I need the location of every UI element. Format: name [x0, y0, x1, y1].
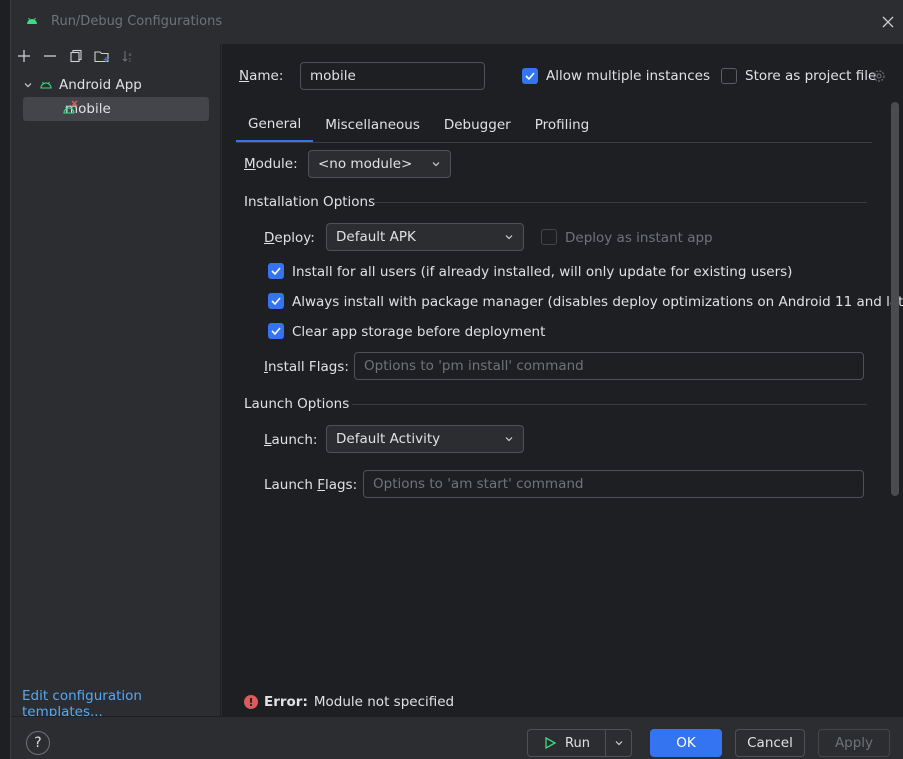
close-icon[interactable] [880, 14, 896, 30]
tab-divider [236, 142, 872, 143]
tab-miscellaneous[interactable]: Miscellaneous [313, 108, 432, 142]
module-label: Module: [244, 156, 298, 172]
dialog-button-bar: ? Run OK Cancel Apply [11, 716, 903, 759]
run-label: Run [565, 735, 590, 751]
run-split-button: Run [527, 729, 632, 757]
store-project-checkbox[interactable] [721, 68, 737, 84]
dialog-title: Run/Debug Configurations [51, 14, 223, 29]
install-all-users-checkbox[interactable] [268, 263, 284, 279]
module-value: <no module> [318, 156, 413, 172]
clear-storage-checkbox[interactable] [268, 323, 284, 339]
install-all-users-label: Install for all users (if already instal… [292, 264, 793, 280]
instant-app-label: Deploy as instant app [565, 230, 713, 246]
background-strip [0, 0, 10, 759]
checkmark-icon [271, 267, 281, 276]
chevron-down-icon [615, 741, 622, 746]
error-prefix: Error: [264, 694, 308, 710]
name-field[interactable]: mobile [300, 62, 485, 90]
apply-button[interactable]: Apply [818, 729, 890, 757]
title-bar: Run/Debug Configurations [11, 0, 903, 44]
allow-multiple-checkbox[interactable] [522, 68, 538, 84]
store-project-label: Store as project file [745, 68, 877, 84]
run-button[interactable]: Run [528, 730, 606, 756]
error-icon: ! [244, 695, 258, 709]
sidebar-toolbar: az [11, 44, 221, 68]
section-divider [373, 202, 867, 203]
checkmark-icon [271, 327, 281, 336]
run-debug-dialog: Run/Debug Configurations az Android App … [10, 0, 903, 759]
tree-group-label: Android App [59, 77, 142, 93]
launch-label: Launch: [264, 432, 318, 448]
scrollbar[interactable] [891, 102, 899, 496]
android-icon [40, 81, 52, 89]
new-folder-icon[interactable] [93, 47, 111, 65]
allow-multiple-label: Allow multiple instances [546, 68, 710, 84]
section-divider [352, 404, 867, 405]
always-install-label: Always install with package manager (dis… [292, 294, 903, 310]
tab-profiling[interactable]: Profiling [523, 108, 602, 142]
tree-item-mobile[interactable]: mobile [23, 97, 209, 121]
checkmark-icon [271, 297, 281, 306]
launch-value: Default Activity [336, 431, 441, 447]
svg-text:z: z [129, 58, 132, 64]
tab-general[interactable]: General [236, 108, 314, 142]
cancel-button[interactable]: Cancel [735, 729, 805, 757]
module-dropdown[interactable]: <no module> [308, 150, 451, 178]
deploy-label: Deploy: [264, 230, 315, 246]
chevron-down-icon [432, 162, 440, 167]
launch-flags-field[interactable]: Options to 'am start' command [363, 470, 864, 498]
copy-icon[interactable] [67, 47, 85, 65]
installation-section-title: Installation Options [244, 194, 376, 210]
run-options-button[interactable] [606, 730, 631, 756]
clear-storage-label: Clear app storage before deployment [292, 324, 546, 340]
chevron-down-icon [505, 235, 513, 240]
always-install-checkbox[interactable] [268, 293, 284, 309]
tab-debugger[interactable]: Debugger [432, 108, 523, 142]
name-label: Name: [239, 68, 284, 84]
chevron-down-icon [505, 437, 513, 442]
launch-dropdown[interactable]: Default Activity [326, 425, 524, 453]
gear-icon[interactable] [871, 68, 887, 84]
android-error-icon [63, 100, 78, 114]
config-tabs: General Miscellaneous Debugger Profiling [236, 108, 601, 142]
install-flags-field[interactable]: Options to 'pm install' command [354, 352, 864, 380]
remove-icon[interactable] [41, 47, 59, 65]
add-icon[interactable] [15, 47, 33, 65]
sort-icon[interactable]: az [119, 47, 137, 65]
launch-section-title: Launch Options [244, 396, 350, 412]
configurations-sidebar: az Android App mobile Edit configuration… [11, 44, 221, 720]
deploy-value: Default APK [336, 229, 416, 245]
error-text: Module not specified [313, 694, 455, 710]
deploy-dropdown[interactable]: Default APK [326, 223, 524, 251]
play-icon [545, 736, 557, 750]
launch-flags-label: Launch Flags: [264, 477, 358, 493]
error-message: ! Error: Module not specified [244, 694, 454, 710]
instant-app-checkbox[interactable] [541, 229, 557, 245]
help-button[interactable]: ? [26, 731, 50, 755]
checkmark-icon [525, 72, 535, 81]
install-flags-label: Install Flags: [264, 359, 349, 375]
configuration-editor: Name: mobile Allow multiple instances St… [222, 44, 903, 716]
ok-button[interactable]: OK [650, 729, 722, 757]
tree-group-android-app[interactable]: Android App [23, 74, 142, 96]
chevron-down-icon[interactable] [23, 80, 33, 90]
android-icon [27, 17, 37, 24]
